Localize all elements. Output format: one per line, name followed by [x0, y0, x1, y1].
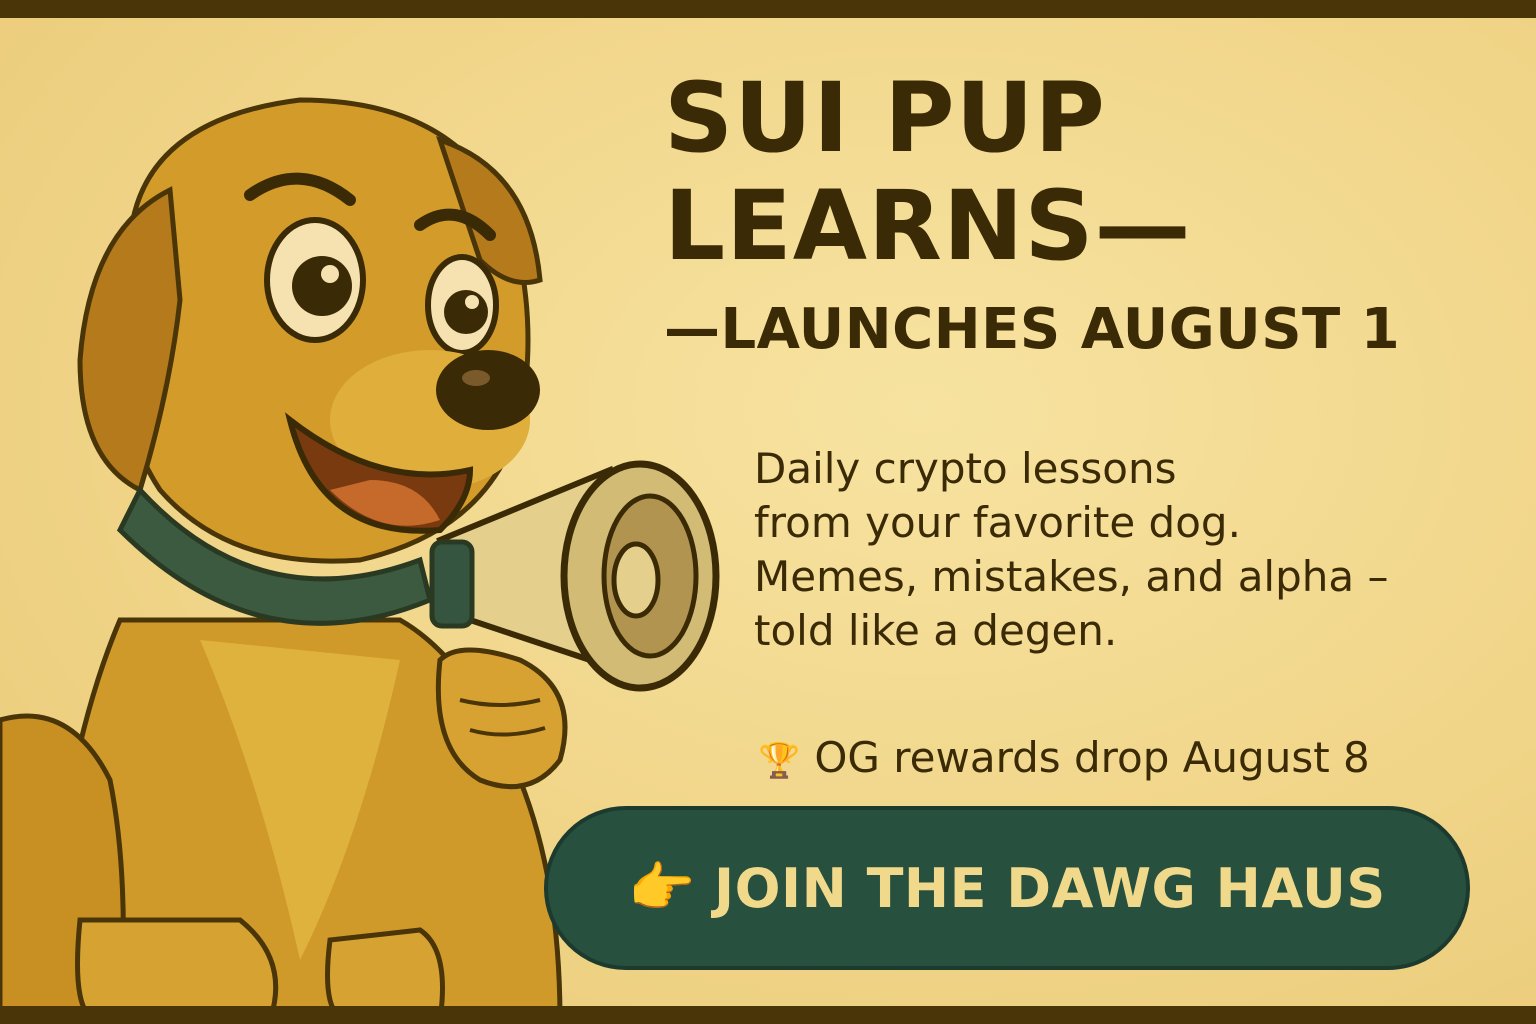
top-border: [0, 0, 1536, 18]
trophy-icon: 🏆: [758, 741, 801, 781]
announcement-banner: SUI PUP LEARNS— —LAUNCHES AUGUST 1 Daily…: [0, 0, 1536, 1024]
description-line-3: Memes, mistakes, and alpha –: [754, 552, 1389, 601]
description-line-4: told like a degen.: [754, 606, 1118, 655]
rewards-text: OG rewards drop August 8: [814, 733, 1370, 782]
join-dawg-haus-button[interactable]: 👉 JOIN THE DAWG HAUS: [544, 806, 1470, 970]
description-line-2: from your favorite dog.: [754, 498, 1241, 547]
bottom-border: [0, 1006, 1536, 1024]
headline: SUI PUP LEARNS— —LAUNCHES AUGUST 1: [664, 70, 1514, 362]
headline-line-2: LEARNS—: [664, 170, 1192, 282]
cta-label: JOIN THE DAWG HAUS: [714, 856, 1386, 920]
description-line-1: Daily crypto lessons: [754, 444, 1177, 493]
pointing-hand-icon: 👉: [628, 856, 696, 919]
headline-launch-date: —LAUNCHES AUGUST 1: [664, 297, 1401, 362]
rewards-notice: 🏆 OG rewards drop August 8: [758, 730, 1518, 789]
description: Daily crypto lessons from your favorite …: [754, 442, 1524, 658]
headline-line-1: SUI PUP: [664, 62, 1106, 174]
